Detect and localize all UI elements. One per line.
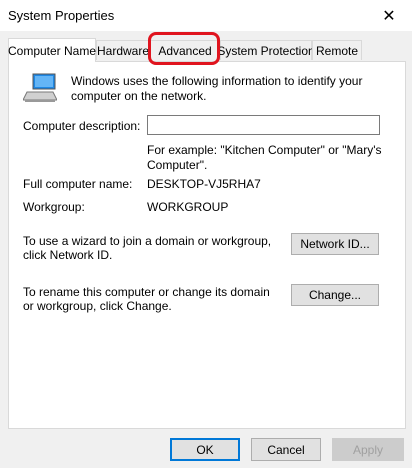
computer-description-label: Computer description: (23, 119, 141, 133)
tab-hardware[interactable]: Hardware (96, 40, 150, 60)
apply-button[interactable]: Apply (332, 438, 404, 461)
highlight-ring-advanced (148, 32, 220, 65)
computer-description-input[interactable] (147, 115, 380, 135)
tab-remote[interactable]: Remote (312, 40, 362, 60)
intro-text: Windows uses the following information t… (71, 74, 363, 103)
close-button[interactable]: ✕ (366, 0, 412, 31)
description-example-text: For example: "Kitchen Computer" or "Mary… (147, 143, 382, 172)
ok-button[interactable]: OK (170, 438, 240, 461)
network-id-button[interactable]: Network ID... (291, 233, 379, 255)
window-title: System Properties (8, 8, 115, 23)
cancel-button[interactable]: Cancel (251, 438, 321, 461)
change-instruction: To rename this computer or change its do… (23, 285, 270, 313)
change-button[interactable]: Change... (291, 284, 379, 306)
full-computer-name-label: Full computer name: (23, 177, 133, 191)
network-id-instruction: To use a wizard to join a domain or work… (23, 234, 272, 262)
close-icon: ✕ (382, 7, 396, 25)
computer-name-panel: Windows uses the following information t… (8, 61, 406, 429)
tab-computer-name[interactable]: Computer Name (8, 38, 96, 62)
title-bar: System Properties ✕ (0, 0, 412, 31)
workgroup-value: WORKGROUP (147, 200, 229, 214)
tab-system-protection[interactable]: System Protection (217, 40, 315, 60)
workgroup-label: Workgroup: (23, 200, 85, 214)
full-computer-name-value: DESKTOP-VJ5RHA7 (147, 177, 261, 191)
computer-network-icon (23, 73, 57, 102)
